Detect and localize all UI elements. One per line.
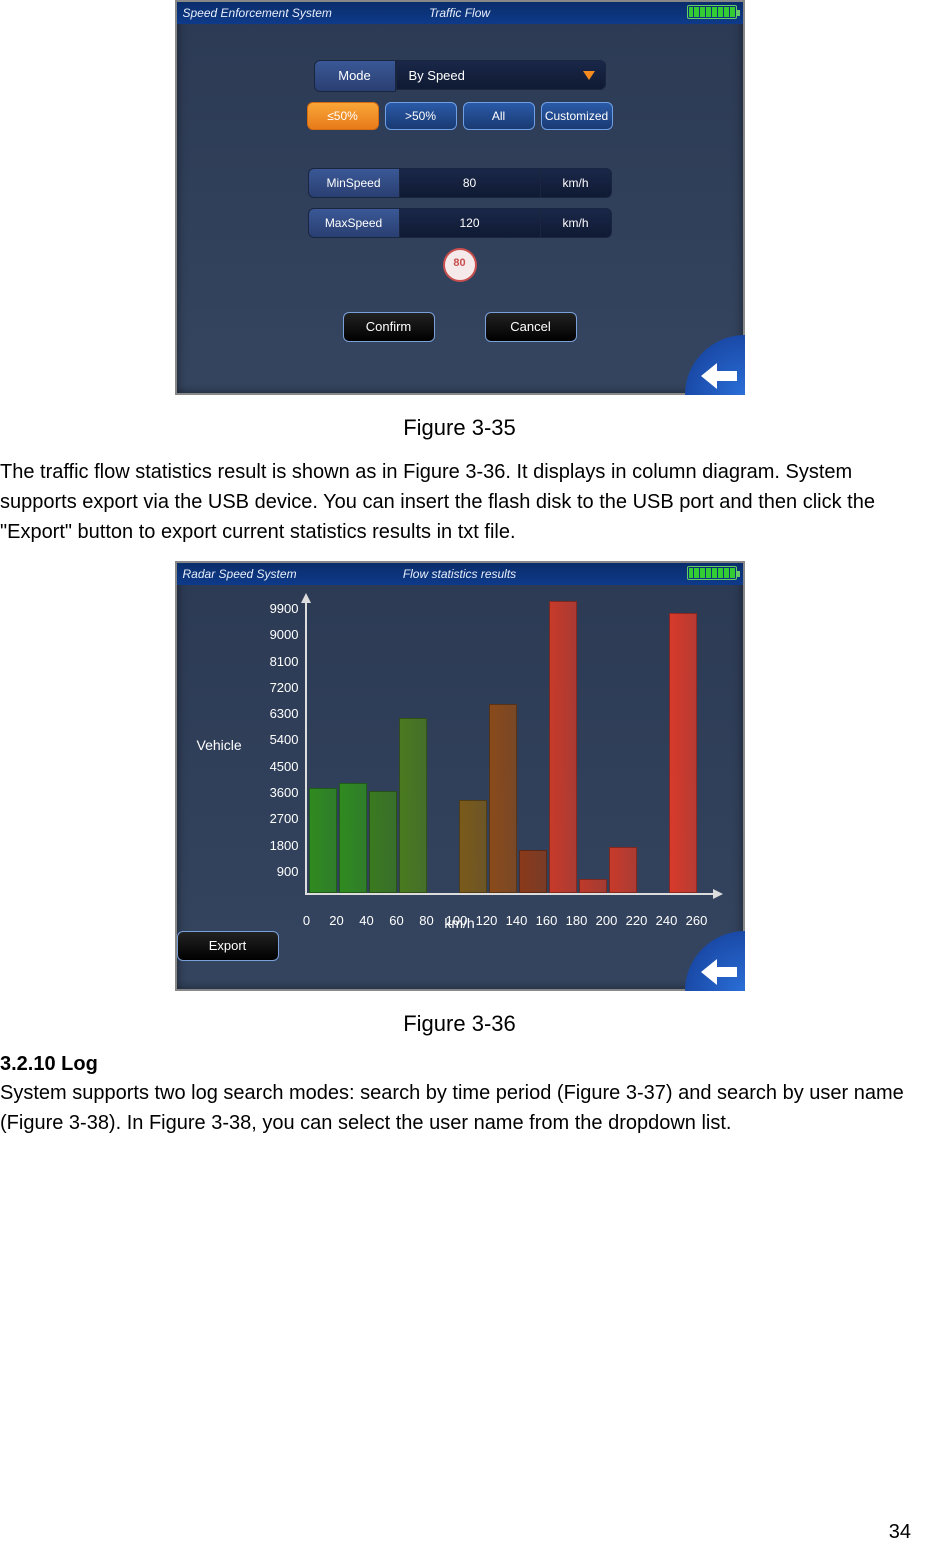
bar — [369, 791, 397, 893]
y-tick: 5400 — [255, 734, 299, 760]
plot-area — [305, 603, 713, 895]
confirm-button[interactable]: Confirm — [343, 312, 435, 342]
y-ticks: 9900900081007200630054004500360027001800… — [255, 603, 299, 892]
filter-gt50-button[interactable]: >50% — [385, 102, 457, 130]
bar — [579, 879, 607, 893]
filter-customized-button[interactable]: Customized — [541, 102, 613, 130]
figure-caption-1: Figure 3-35 — [0, 415, 919, 441]
minspeed-unit: km/h — [541, 168, 612, 198]
bar — [519, 850, 547, 893]
bar — [339, 783, 367, 893]
minspeed-input[interactable]: 80 — [400, 168, 541, 198]
bar — [489, 704, 517, 893]
axis-arrow-up-icon — [301, 593, 311, 603]
page-number: 34 — [889, 1521, 911, 1544]
cancel-button[interactable]: Cancel — [485, 312, 577, 342]
filter-lte50-button[interactable]: ≤50% — [307, 102, 379, 130]
y-tick: 900 — [255, 866, 299, 892]
section-heading: 3.2.10 Log — [0, 1053, 919, 1076]
mode-label: Mode — [314, 60, 396, 92]
title-bar: Speed Enforcement System Traffic Flow — [177, 2, 743, 24]
y-tick: 7200 — [255, 682, 299, 708]
y-tick: 1800 — [255, 840, 299, 866]
y-axis-label: Vehicle — [197, 737, 242, 753]
y-tick: 6300 — [255, 708, 299, 734]
chevron-down-icon — [583, 71, 595, 80]
y-tick: 4500 — [255, 761, 299, 787]
section-number: 3.2.10 — [0, 1053, 56, 1075]
maxspeed-unit: km/h — [541, 208, 612, 238]
bar — [459, 800, 487, 893]
battery-icon-2 — [687, 566, 737, 580]
speed-badge: 80 — [443, 248, 477, 282]
battery-icon — [687, 5, 737, 19]
y-tick: 9000 — [255, 629, 299, 655]
bar — [669, 613, 697, 893]
figure-caption-2: Figure 3-36 — [0, 1011, 919, 1037]
bar — [309, 788, 337, 893]
flow-statistics-screen: Radar Speed System Flow statistics resul… — [175, 561, 745, 991]
section-title: Log — [61, 1053, 98, 1075]
x-axis-label: km/h — [201, 915, 719, 931]
bar — [549, 601, 577, 893]
filter-all-button[interactable]: All — [463, 102, 535, 130]
back-arrow-icon[interactable] — [685, 335, 745, 395]
maxspeed-input[interactable]: 120 — [400, 208, 541, 238]
app-title-2: Radar Speed System — [183, 567, 297, 581]
minspeed-label: MinSpeed — [308, 168, 400, 198]
mode-dropdown[interactable]: By Speed — [396, 60, 606, 90]
traffic-flow-screen: Speed Enforcement System Traffic Flow Mo… — [175, 0, 745, 395]
bar — [399, 718, 427, 893]
y-tick: 8100 — [255, 656, 299, 682]
y-tick: 2700 — [255, 813, 299, 839]
app-title: Speed Enforcement System — [183, 6, 332, 20]
title-bar-2: Radar Speed System Flow statistics resul… — [177, 563, 743, 585]
axis-arrow-right-icon — [713, 889, 723, 899]
paragraph-1: The traffic flow statistics result is sh… — [0, 457, 919, 547]
mode-value: By Speed — [409, 68, 465, 83]
y-tick: 3600 — [255, 787, 299, 813]
bar — [609, 847, 637, 893]
paragraph-2: System supports two log search modes: se… — [0, 1078, 919, 1138]
y-tick: 9900 — [255, 603, 299, 629]
bar-chart: Vehicle 99009000810072006300540045003600… — [201, 597, 719, 927]
export-button[interactable]: Export — [177, 931, 279, 961]
maxspeed-label: MaxSpeed — [308, 208, 400, 238]
